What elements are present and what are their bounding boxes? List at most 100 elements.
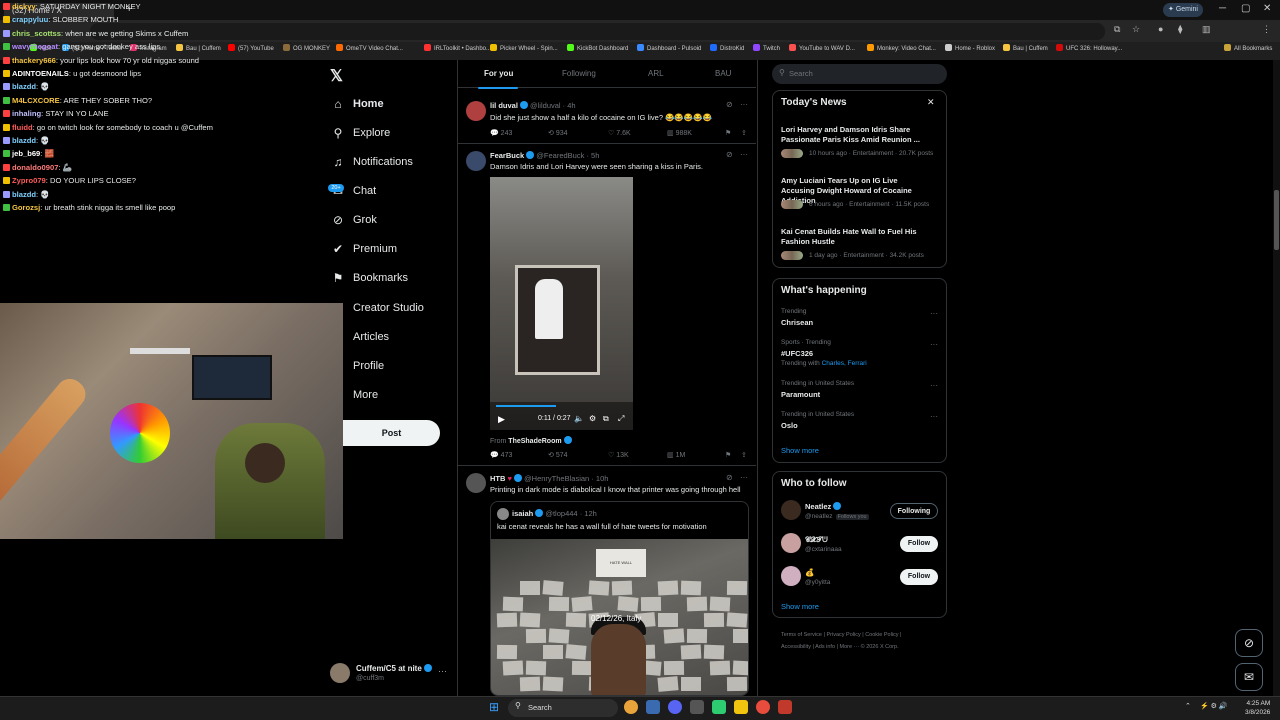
trend-name[interactable]: Chrisean <box>781 318 813 327</box>
like-button[interactable]: ♡ 13K <box>608 451 629 459</box>
follow-button[interactable]: Following <box>890 503 938 519</box>
tray-chevron-icon[interactable]: ⌃ <box>1185 702 1191 710</box>
from-source[interactable]: TheShadeRoom <box>508 438 561 445</box>
chat-username[interactable]: Zypro079 <box>12 176 46 185</box>
quote-author[interactable]: isaiah <box>512 509 533 518</box>
avatar[interactable] <box>497 508 509 520</box>
bookmark-item[interactable]: Monkey: Video Chat... <box>867 44 936 52</box>
bookmark-icon[interactable]: ⚑ <box>725 129 731 137</box>
start-icon[interactable]: ⊞ <box>489 700 499 714</box>
chat-username[interactable]: chris_scottss <box>12 29 61 38</box>
tab-for-you[interactable]: For you <box>484 69 513 78</box>
close-window-icon[interactable]: ✕ <box>1263 3 1271 14</box>
clock[interactable]: 4:25 AM 3/8/2026 <box>1245 699 1270 717</box>
tweet-author[interactable]: lil duval <box>490 101 518 110</box>
avatar[interactable] <box>781 566 801 586</box>
show-more-follow[interactable]: Show more <box>781 602 819 611</box>
tweet-video[interactable]: ▶ 0:11 / 0:27 🔈 ⚙ ⧉ ⤢ <box>490 177 633 430</box>
bookmark-item[interactable]: YouTube to WAV D... <box>789 44 855 52</box>
footer-link[interactable]: Accessibility <box>781 644 811 650</box>
menu-icon[interactable]: ⋮ <box>1262 24 1271 35</box>
nav-item-explore[interactable]: ⚲ Explore <box>330 122 450 144</box>
footer-link[interactable]: More ··· <box>840 644 860 650</box>
grok-icon[interactable]: ⊘ <box>726 100 733 109</box>
chat-username[interactable]: blazdd <box>12 136 36 145</box>
steam-icon[interactable] <box>646 700 660 714</box>
tab-following[interactable]: Following <box>562 69 596 78</box>
all-bookmarks[interactable]: All Bookmarks <box>1224 44 1272 52</box>
tweet-handle[interactable]: @HenryTheBlasian <box>524 474 589 483</box>
share-icon[interactable]: ⇪ <box>741 451 747 459</box>
nav-item-bookmarks[interactable]: ⚑ Bookmarks <box>330 267 450 289</box>
chat-username[interactable]: donaldo0907 <box>12 163 58 172</box>
app-icon[interactable] <box>690 700 704 714</box>
follow-name[interactable]: 𝓒𝓧𝓣ᕫ <box>805 535 828 544</box>
app-icon[interactable] <box>778 700 792 714</box>
quote-handle[interactable]: @tlop444 <box>545 509 577 518</box>
puzzle-icon[interactable]: ⧫ <box>1178 24 1182 35</box>
chat-username[interactable]: crappyluu <box>12 15 48 24</box>
tweet-author[interactable]: HTB <box>490 474 505 483</box>
grok-icon[interactable]: ⊘ <box>726 473 733 482</box>
chat-username[interactable]: dickyy <box>12 2 36 11</box>
browser-icon[interactable] <box>756 700 770 714</box>
nav-item-premium[interactable]: ✔ Premium <box>330 238 450 260</box>
chrome-icon[interactable] <box>624 700 638 714</box>
footer-link[interactable]: Ads info <box>815 644 835 650</box>
bookmark-item[interactable]: Picker Wheel - Spin... <box>490 44 558 52</box>
more-icon[interactable]: ··· <box>740 100 748 109</box>
bookmark-item[interactable]: OmeTV Video Chat... <box>336 44 403 52</box>
avatar[interactable] <box>466 101 486 121</box>
chat-username[interactable]: blazdd <box>12 190 36 199</box>
scroll-thumb[interactable] <box>1274 190 1279 250</box>
more-icon[interactable]: ··· <box>740 150 748 159</box>
chat-username[interactable]: inhaling <box>12 109 41 118</box>
search-input[interactable]: Search <box>772 64 947 84</box>
footer-link[interactable]: Privacy Policy <box>826 632 860 638</box>
tweet-author[interactable]: FearBuck <box>490 151 524 160</box>
retweet-button[interactable]: ⟲ 934 <box>548 129 568 137</box>
more-icon[interactable]: ··· <box>438 666 447 676</box>
bookmark-item[interactable]: KickBot Dashboard <box>567 44 628 52</box>
follow-button[interactable]: Follow <box>900 536 938 552</box>
nav-item-notifications[interactable]: ♫ Notifications <box>330 151 450 173</box>
chat-username[interactable]: Gorozsj <box>12 203 40 212</box>
extension-icon[interactable]: ● <box>1158 24 1163 34</box>
like-button[interactable]: ♡ 7.6K <box>608 129 631 137</box>
more-icon[interactable]: ··· <box>740 473 748 482</box>
volume-icon[interactable]: 🔈 <box>574 414 584 423</box>
nav-item-chat[interactable]: ✉Chat <box>330 180 450 202</box>
grok-float-icon[interactable]: ⊘ <box>1235 629 1263 657</box>
bookmark-item[interactable]: IRLToolkit • Dashbo... <box>424 44 491 52</box>
follow-button[interactable]: Follow <box>900 569 938 585</box>
news-headline[interactable]: Lori Harvey and Damson Idris Share Passi… <box>781 125 921 145</box>
nav-item-profile[interactable]: Profile <box>330 355 450 377</box>
avatar[interactable] <box>781 500 801 520</box>
x-logo-icon[interactable]: 𝕏 <box>330 66 343 86</box>
tab-bau[interactable]: BAU <box>715 69 731 78</box>
quoted-tweet[interactable]: isaiah @tlop444 · 12h kai cenat reveals … <box>490 501 749 696</box>
tweet-handle[interactable]: @lilduval <box>530 101 561 110</box>
avatar[interactable] <box>781 533 801 553</box>
nav-item-home[interactable]: ⌂ Home <box>330 93 450 115</box>
settings-icon[interactable]: ⚙ <box>589 414 596 423</box>
footer-link[interactable]: Cookie Policy <box>865 632 898 638</box>
grok-icon[interactable]: ⊘ <box>726 150 733 159</box>
follow-handle[interactable]: @y0yitta <box>805 579 830 586</box>
trend-name[interactable]: Oslo <box>781 421 798 430</box>
footer-link[interactable]: Terms of Service <box>781 632 822 638</box>
bookmark-item[interactable]: DistroKid <box>710 44 744 52</box>
show-more-trends[interactable]: Show more <box>781 446 819 455</box>
views-button[interactable]: ▥ 1M <box>667 451 685 459</box>
taskbar-search[interactable]: Search <box>508 699 618 717</box>
tab-arl[interactable]: ARL <box>648 69 664 78</box>
close-icon[interactable]: ✕ <box>927 97 935 108</box>
nav-item-more[interactable]: More <box>330 384 450 406</box>
chat-username[interactable]: wavythegoat <box>12 42 58 51</box>
chat-username[interactable]: M4LCXCORE <box>12 96 60 105</box>
trend-related-link[interactable]: Charles, Ferrari <box>822 360 867 367</box>
minimize-icon[interactable]: ─ <box>1219 3 1226 14</box>
account-switcher[interactable]: Cuffem/C5 at nite @cuff3m ··· <box>330 660 450 690</box>
news-headline[interactable]: Kai Cenat Builds Hate Wall to Fuel His F… <box>781 227 921 247</box>
avatar[interactable] <box>466 473 486 493</box>
